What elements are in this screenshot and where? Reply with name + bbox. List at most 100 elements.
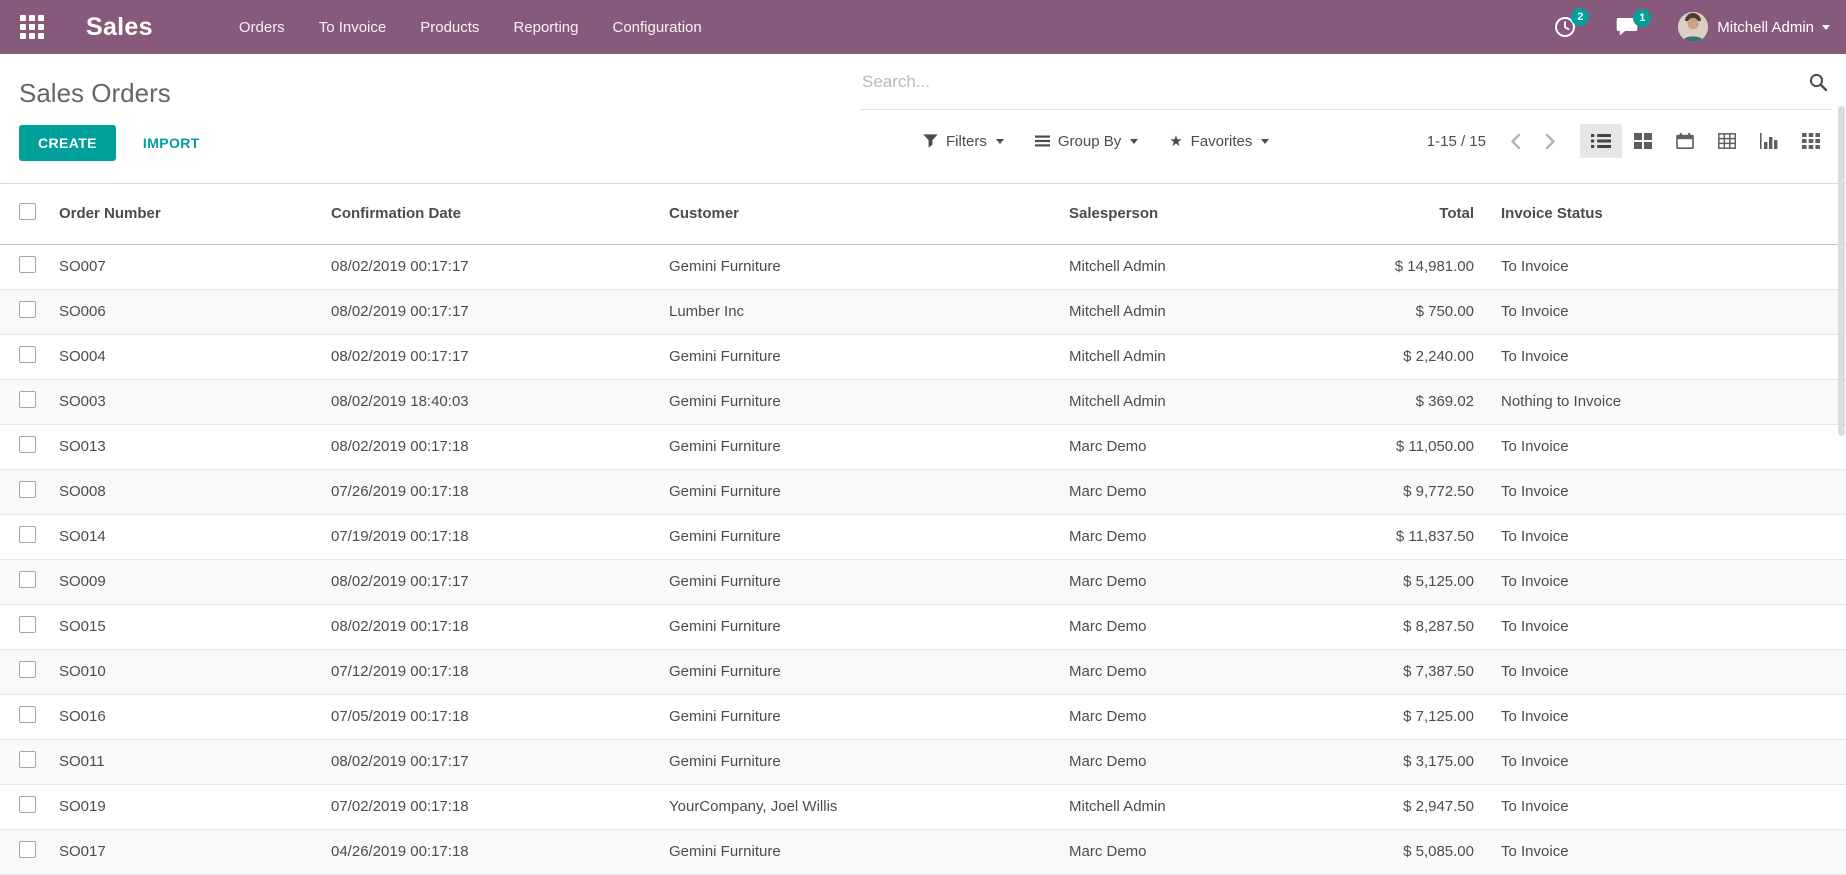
menu-item-products[interactable]: Products bbox=[420, 19, 479, 36]
confirmation-date-cell[interactable]: 07/05/2019 00:17:18 bbox=[316, 694, 654, 739]
invoice-status-cell[interactable]: To Invoice bbox=[1479, 829, 1846, 874]
customer-cell[interactable]: Gemini Furniture bbox=[654, 424, 1054, 469]
confirmation-date-cell[interactable]: 08/02/2019 00:17:17 bbox=[316, 559, 654, 604]
menu-item-reporting[interactable]: Reporting bbox=[513, 19, 578, 36]
table-row[interactable]: SO003 08/02/2019 18:40:03 Gemini Furnitu… bbox=[0, 379, 1846, 424]
salesperson-cell[interactable]: Marc Demo bbox=[1054, 649, 1304, 694]
customer-cell[interactable]: Lumber Inc bbox=[654, 289, 1054, 334]
salesperson-cell[interactable]: Marc Demo bbox=[1054, 604, 1304, 649]
column-header-confirmation-date[interactable]: Confirmation Date bbox=[316, 184, 654, 244]
total-cell[interactable]: $ 11,050.00 bbox=[1304, 424, 1479, 469]
confirmation-date-cell[interactable]: 07/26/2019 00:17:18 bbox=[316, 469, 654, 514]
row-checkbox[interactable] bbox=[19, 616, 36, 633]
row-checkbox[interactable] bbox=[19, 481, 36, 498]
row-checkbox[interactable] bbox=[19, 526, 36, 543]
messages-button[interactable]: 1 bbox=[1616, 17, 1638, 37]
total-cell[interactable]: $ 5,085.00 bbox=[1304, 829, 1479, 874]
invoice-status-cell[interactable]: To Invoice bbox=[1479, 604, 1846, 649]
table-row[interactable]: SO008 07/26/2019 00:17:18 Gemini Furnitu… bbox=[0, 469, 1846, 514]
salesperson-cell[interactable]: Marc Demo bbox=[1054, 829, 1304, 874]
order-number-cell[interactable]: SO006 bbox=[44, 289, 316, 334]
total-cell[interactable]: $ 750.00 bbox=[1304, 289, 1479, 334]
row-checkbox[interactable] bbox=[19, 751, 36, 768]
confirmation-date-cell[interactable]: 08/02/2019 00:17:18 bbox=[316, 424, 654, 469]
customer-cell[interactable]: Gemini Furniture bbox=[654, 604, 1054, 649]
salesperson-cell[interactable]: Marc Demo bbox=[1054, 739, 1304, 784]
confirmation-date-cell[interactable]: 08/02/2019 00:17:18 bbox=[316, 604, 654, 649]
row-checkbox[interactable] bbox=[19, 301, 36, 318]
confirmation-date-cell[interactable]: 08/02/2019 00:17:17 bbox=[316, 244, 654, 289]
order-number-cell[interactable]: SO017 bbox=[44, 829, 316, 874]
apps-grid-icon[interactable] bbox=[20, 15, 44, 39]
view-calendar-button[interactable] bbox=[1664, 124, 1706, 158]
activities-button[interactable]: 2 bbox=[1554, 16, 1576, 38]
table-row[interactable]: SO013 08/02/2019 00:17:18 Gemini Furnitu… bbox=[0, 424, 1846, 469]
customer-cell[interactable]: Gemini Furniture bbox=[654, 739, 1054, 784]
order-number-cell[interactable]: SO019 bbox=[44, 784, 316, 829]
salesperson-cell[interactable]: Marc Demo bbox=[1054, 694, 1304, 739]
order-number-cell[interactable]: SO008 bbox=[44, 469, 316, 514]
order-number-cell[interactable]: SO009 bbox=[44, 559, 316, 604]
total-cell[interactable]: $ 7,387.50 bbox=[1304, 649, 1479, 694]
select-all-checkbox[interactable] bbox=[19, 203, 36, 220]
order-number-cell[interactable]: SO004 bbox=[44, 334, 316, 379]
customer-cell[interactable]: Gemini Furniture bbox=[654, 469, 1054, 514]
table-row[interactable]: SO011 08/02/2019 00:17:17 Gemini Furnitu… bbox=[0, 739, 1846, 784]
column-header-total[interactable]: Total bbox=[1304, 184, 1479, 244]
row-checkbox[interactable] bbox=[19, 796, 36, 813]
customer-cell[interactable]: Gemini Furniture bbox=[654, 244, 1054, 289]
confirmation-date-cell[interactable]: 07/02/2019 00:17:18 bbox=[316, 784, 654, 829]
total-cell[interactable]: $ 14,981.00 bbox=[1304, 244, 1479, 289]
order-number-cell[interactable]: SO010 bbox=[44, 649, 316, 694]
confirmation-date-cell[interactable]: 07/19/2019 00:17:18 bbox=[316, 514, 654, 559]
confirmation-date-cell[interactable]: 08/02/2019 00:17:17 bbox=[316, 334, 654, 379]
order-number-cell[interactable]: SO013 bbox=[44, 424, 316, 469]
total-cell[interactable]: $ 7,125.00 bbox=[1304, 694, 1479, 739]
view-kanban-button[interactable] bbox=[1622, 124, 1664, 158]
invoice-status-cell[interactable]: To Invoice bbox=[1479, 784, 1846, 829]
pager-next-button[interactable] bbox=[1545, 133, 1556, 150]
confirmation-date-cell[interactable]: 08/02/2019 18:40:03 bbox=[316, 379, 654, 424]
row-checkbox[interactable] bbox=[19, 346, 36, 363]
customer-cell[interactable]: Gemini Furniture bbox=[654, 334, 1054, 379]
invoice-status-cell[interactable]: To Invoice bbox=[1479, 514, 1846, 559]
vertical-scrollbar[interactable] bbox=[1838, 106, 1845, 436]
confirmation-date-cell[interactable]: 08/02/2019 00:17:17 bbox=[316, 739, 654, 784]
row-checkbox[interactable] bbox=[19, 391, 36, 408]
table-row[interactable]: SO004 08/02/2019 00:17:17 Gemini Furnitu… bbox=[0, 334, 1846, 379]
pager-previous-button[interactable] bbox=[1510, 133, 1521, 150]
order-number-cell[interactable]: SO016 bbox=[44, 694, 316, 739]
total-cell[interactable]: $ 2,240.00 bbox=[1304, 334, 1479, 379]
salesperson-cell[interactable]: Mitchell Admin bbox=[1054, 784, 1304, 829]
order-number-cell[interactable]: SO011 bbox=[44, 739, 316, 784]
salesperson-cell[interactable]: Mitchell Admin bbox=[1054, 244, 1304, 289]
customer-cell[interactable]: YourCompany, Joel Willis bbox=[654, 784, 1054, 829]
favorites-dropdown[interactable]: ★ Favorites bbox=[1169, 133, 1269, 150]
total-cell[interactable]: $ 369.02 bbox=[1304, 379, 1479, 424]
table-row[interactable]: SO009 08/02/2019 00:17:17 Gemini Furnitu… bbox=[0, 559, 1846, 604]
row-checkbox[interactable] bbox=[19, 706, 36, 723]
pager-range[interactable]: 1-15 / 15 bbox=[1427, 133, 1486, 150]
salesperson-cell[interactable]: Marc Demo bbox=[1054, 469, 1304, 514]
total-cell[interactable]: $ 2,947.50 bbox=[1304, 784, 1479, 829]
view-graph-button[interactable] bbox=[1748, 124, 1790, 158]
menu-item-orders[interactable]: Orders bbox=[239, 19, 285, 36]
order-number-cell[interactable]: SO015 bbox=[44, 604, 316, 649]
view-list-button[interactable] bbox=[1580, 124, 1622, 158]
invoice-status-cell[interactable]: To Invoice bbox=[1479, 424, 1846, 469]
app-title[interactable]: Sales bbox=[86, 13, 153, 42]
total-cell[interactable]: $ 5,125.00 bbox=[1304, 559, 1479, 604]
order-number-cell[interactable]: SO014 bbox=[44, 514, 316, 559]
invoice-status-cell[interactable]: To Invoice bbox=[1479, 559, 1846, 604]
salesperson-cell[interactable]: Marc Demo bbox=[1054, 514, 1304, 559]
total-cell[interactable]: $ 3,175.00 bbox=[1304, 739, 1479, 784]
row-checkbox[interactable] bbox=[19, 436, 36, 453]
group-by-dropdown[interactable]: Group By bbox=[1035, 133, 1138, 150]
menu-item-configuration[interactable]: Configuration bbox=[612, 19, 701, 36]
invoice-status-cell[interactable]: To Invoice bbox=[1479, 289, 1846, 334]
view-pivot-button[interactable] bbox=[1706, 124, 1748, 158]
table-row[interactable]: SO006 08/02/2019 00:17:17 Lumber Inc Mit… bbox=[0, 289, 1846, 334]
row-checkbox[interactable] bbox=[19, 571, 36, 588]
salesperson-cell[interactable]: Mitchell Admin bbox=[1054, 379, 1304, 424]
invoice-status-cell[interactable]: Nothing to Invoice bbox=[1479, 379, 1846, 424]
